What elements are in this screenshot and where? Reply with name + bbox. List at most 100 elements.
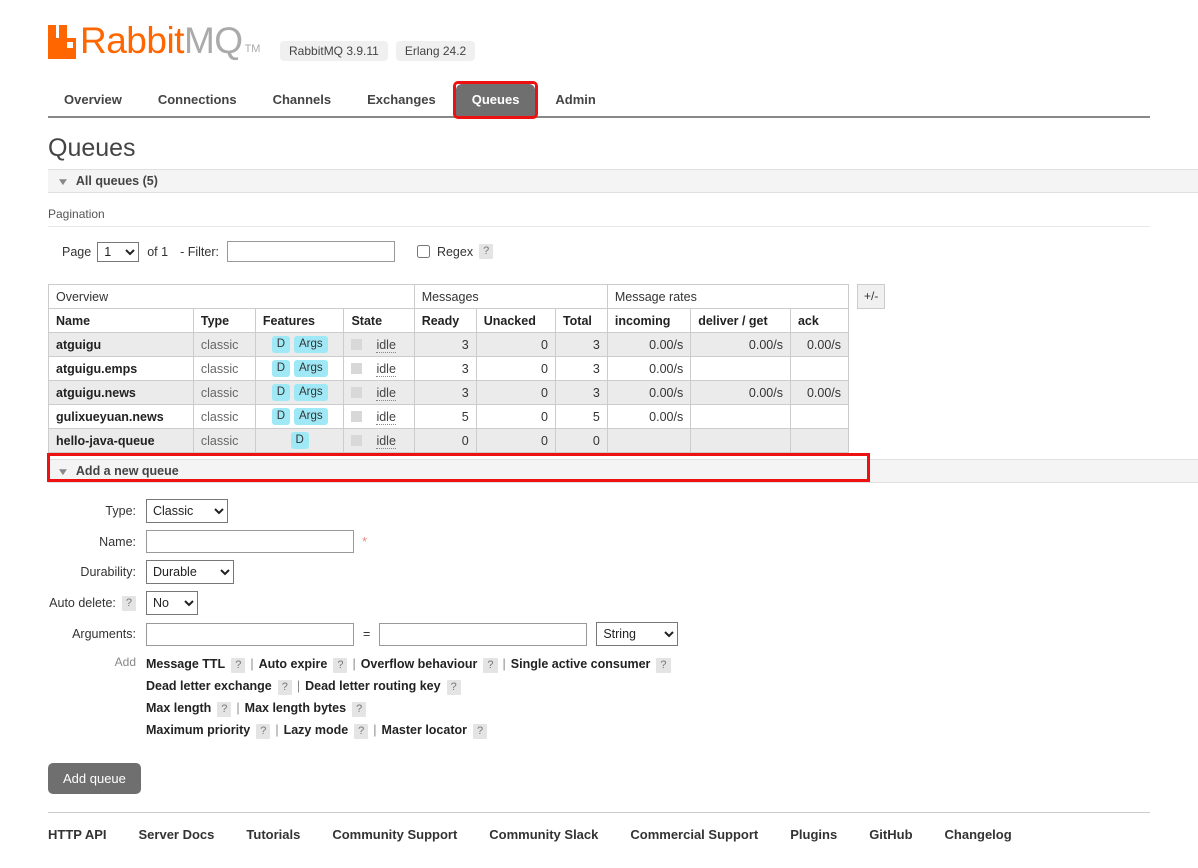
preset-link-max-length-bytes[interactable]: Max length bytes [245, 701, 346, 715]
footer-link-community-support[interactable]: Community Support [332, 827, 457, 842]
nav-link-connections[interactable]: Connections [142, 84, 253, 116]
col-header-ready[interactable]: Ready [413, 308, 477, 333]
auto-delete-select[interactable]: No [146, 591, 198, 615]
table-row[interactable]: atguigu classic D Args idle 3 0 3 0.00/s 0.00/s 0.… [48, 332, 850, 357]
queue-total-cell: 5 [554, 404, 608, 429]
preset-link-single-active-consumer[interactable]: Single active consumer [511, 657, 651, 671]
col-header-unacked[interactable]: Unacked [475, 308, 556, 333]
footer-link-item[interactable]: Community Slack [489, 827, 598, 842]
footer-link-item[interactable]: HTTP API [48, 827, 107, 842]
queue-name-cell[interactable]: gulixueyuan.news [48, 404, 194, 429]
nav-item-admin[interactable]: Admin [539, 84, 611, 116]
queue-name-input[interactable] [146, 530, 354, 553]
queue-name-cell[interactable]: atguigu.emps [48, 356, 194, 381]
preset-link-overflow-behaviour[interactable]: Overflow behaviour [361, 657, 478, 671]
col-header-state[interactable]: State [343, 308, 415, 333]
queue-type-cell: classic [192, 356, 256, 381]
preset-help-icon[interactable]: ? [231, 658, 246, 673]
preset-separator: | [373, 723, 377, 737]
add-queue-button[interactable]: Add queue [48, 763, 141, 794]
footer-link-github[interactable]: GitHub [869, 827, 912, 842]
nav-item-queues[interactable]: Queues [452, 81, 539, 119]
footer-link-changelog[interactable]: Changelog [945, 827, 1012, 842]
auto-delete-help-icon[interactable]: ? [121, 595, 136, 611]
col-header-name[interactable]: Name [48, 308, 194, 333]
regex-checkbox[interactable] [416, 245, 430, 258]
queue-features-cell: D Args [254, 404, 345, 429]
regex-help-icon[interactable]: ? [479, 244, 494, 259]
argument-type-select[interactable]: String [596, 622, 679, 646]
footer-link-item[interactable]: GitHub [869, 827, 912, 842]
preset-help-icon[interactable]: ? [656, 658, 671, 673]
all-queues-section-header[interactable]: ▼ All queues (5) [48, 169, 1198, 193]
preset-link-master-locator[interactable]: Master locator [382, 723, 467, 737]
nav-link-admin[interactable]: Admin [539, 84, 611, 116]
col-header-features[interactable]: Features [254, 308, 345, 333]
preset-line: Message TTL? | Auto expire? | Overflow behav… [146, 653, 671, 675]
footer-link-http-api[interactable]: HTTP API [48, 827, 107, 842]
col-header-total[interactable]: Total [554, 308, 608, 333]
preset-link-auto-expire[interactable]: Auto expire [259, 657, 328, 671]
footer-link-item[interactable]: Tutorials [246, 827, 300, 842]
nav-link-exchanges[interactable]: Exchanges [351, 84, 452, 116]
nav-link-overview[interactable]: Overview [48, 84, 138, 116]
preset-help-icon[interactable]: ? [446, 680, 461, 695]
col-header-ack[interactable]: ack [789, 308, 850, 333]
rabbitmq-logo[interactable]: RabbitMQ TM [48, 22, 260, 59]
footer-link-server-docs[interactable]: Server Docs [139, 827, 215, 842]
preset-help-icon[interactable]: ? [333, 658, 348, 673]
argument-value-input[interactable] [379, 622, 588, 646]
table-row[interactable]: atguigu.emps classic D Args idle 3 0 3 0.00/s [48, 356, 850, 381]
footer-link-commercial-support[interactable]: Commercial Support [630, 827, 758, 842]
preset-help-icon[interactable]: ? [277, 680, 292, 695]
nav-link-channels[interactable]: Channels [257, 84, 348, 116]
preset-help-icon[interactable]: ? [473, 724, 488, 739]
preset-help-icon[interactable]: ? [352, 702, 367, 717]
nav-item-channels[interactable]: Channels [257, 84, 348, 116]
footer-link-item[interactable]: Server Docs [139, 827, 215, 842]
preset-link-max-length[interactable]: Max length [146, 701, 211, 715]
nav-link-queues[interactable]: Queues [455, 84, 536, 116]
preset-help-icon[interactable]: ? [354, 724, 369, 739]
preset-link-lazy-mode[interactable]: Lazy mode [284, 723, 349, 737]
regex-option: Regex ? [416, 244, 494, 259]
preset-line: Dead letter exchange? | Dead letter routin… [146, 675, 671, 697]
preset-link-dead-letter-exchange[interactable]: Dead letter exchange [146, 679, 272, 693]
nav-item-overview[interactable]: Overview [48, 84, 138, 116]
filter-input[interactable] [226, 241, 395, 262]
footer-link-plugins[interactable]: Plugins [790, 827, 837, 842]
footer-link-item[interactable]: Commercial Support [630, 827, 758, 842]
queue-name-cell[interactable]: atguigu.news [48, 380, 194, 405]
col-header-incoming[interactable]: incoming [606, 308, 692, 333]
queue-type-cell: classic [192, 404, 256, 429]
footer-link-community-slack[interactable]: Community Slack [489, 827, 598, 842]
form-row-durability: Durability: Durable [48, 560, 1150, 584]
preset-help-icon[interactable]: ? [256, 724, 271, 739]
type-select[interactable]: Classic [146, 499, 228, 523]
footer-link-item[interactable]: Changelog [945, 827, 1012, 842]
table-row[interactable]: gulixueyuan.news classic D Args idle 5 0 5 0.00/… [48, 404, 850, 429]
footer-link-item[interactable]: Plugins [790, 827, 837, 842]
nav-item-connections[interactable]: Connections [142, 84, 253, 116]
queue-name-cell[interactable]: atguigu [48, 332, 194, 357]
nav-item-exchanges[interactable]: Exchanges [351, 84, 452, 116]
col-header-deliver-get[interactable]: deliver / get [690, 308, 791, 333]
preset-help-icon[interactable]: ? [483, 658, 498, 673]
table-row[interactable]: hello-java-queue classic Didle 0 0 0 [48, 428, 850, 453]
queue-name-cell[interactable]: hello-java-queue [48, 428, 194, 453]
col-header-type[interactable]: Type [192, 308, 256, 333]
add-queue-section-header[interactable]: ▼ Add a new queue [48, 459, 1198, 483]
feature-badge-args: Args [294, 384, 328, 401]
main-navigation: Overview Connections Channels Exchanges … [48, 78, 1150, 119]
footer-link-item[interactable]: Community Support [332, 827, 457, 842]
preset-link-dead-letter-routing-key[interactable]: Dead letter routing key [305, 679, 440, 693]
table-row[interactable]: atguigu.news classic D Args idle 3 0 3 0.00/s 0.0… [48, 380, 850, 405]
argument-key-input[interactable] [146, 622, 354, 646]
preset-link-maximum-priority[interactable]: Maximum priority [146, 723, 250, 737]
preset-help-icon[interactable]: ? [217, 702, 232, 717]
durability-select[interactable]: Durable [146, 560, 234, 584]
page-select[interactable]: 1 [97, 241, 140, 262]
preset-link-message-ttl[interactable]: Message TTL [146, 657, 225, 671]
footer-link-tutorials[interactable]: Tutorials [246, 827, 300, 842]
column-toggle-button[interactable]: +/- [857, 284, 886, 309]
